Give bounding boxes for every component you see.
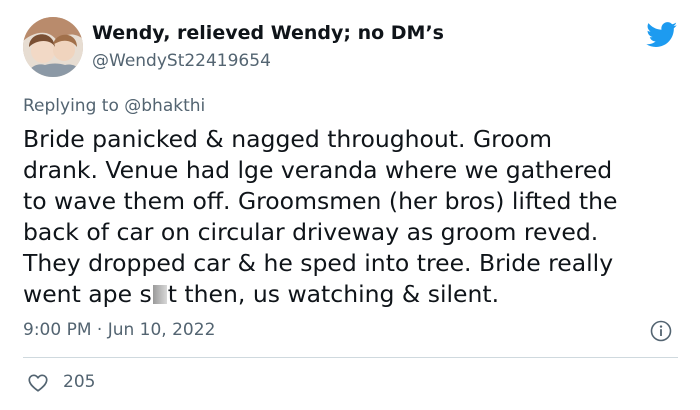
tweet-timestamp[interactable]: 9:00 PM · Jun 10, 2022 [23, 320, 215, 340]
user-handle[interactable]: @WendySt22419654 [92, 51, 271, 71]
censor-block [152, 285, 167, 304]
user-avatar[interactable] [23, 17, 83, 77]
tweet-line: to wave them off. Groomsmen (her bros) l… [23, 187, 618, 215]
tweet-line-last-end: t then, us watching & silent. [167, 280, 500, 308]
tweet-line: Bride panicked & nagged throughout. Groo… [23, 125, 552, 153]
tweet-line: They dropped car & he sped into tree. Br… [23, 249, 614, 277]
tweet-text: Bride panicked & nagged throughout. Groo… [23, 124, 685, 310]
replying-prefix: Replying to [23, 96, 125, 116]
like-count: 205 [63, 372, 96, 392]
tweet-line-last: went ape s t then, us watching & silent. [23, 279, 685, 310]
info-icon[interactable] [650, 320, 672, 342]
tweet-card: Wendy, relieved Wendy; no DM’s @WendySt2… [0, 0, 700, 410]
user-display-name[interactable]: Wendy, relieved Wendy; no DM’s [92, 22, 444, 44]
tweet-line: back of car on circular driveway as groo… [23, 218, 599, 246]
twitter-bird-icon[interactable] [646, 22, 678, 48]
heart-icon[interactable] [27, 372, 49, 394]
tweet-line: drank. Venue had lge veranda where we ga… [23, 156, 613, 184]
tweet-line-last-start: went ape s [23, 280, 152, 308]
divider [23, 357, 678, 358]
avatar-photo-icon [23, 17, 83, 77]
reply-mention-link[interactable]: @bhakthi [124, 96, 205, 116]
replying-to: Replying to @bhakthi [23, 96, 205, 116]
